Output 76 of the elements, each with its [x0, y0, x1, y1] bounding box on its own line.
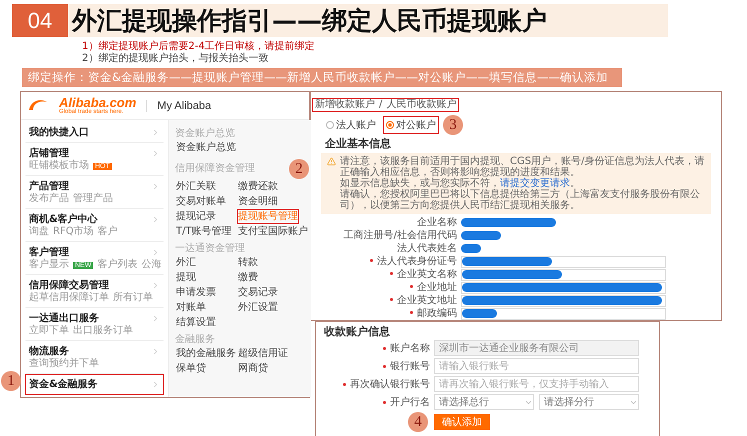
- service-link[interactable]: 申请发票: [175, 285, 217, 300]
- chevron-icon: [151, 248, 160, 257]
- steps-bar: 绑定操作：资金&金融服务——提现账户管理——新增人民币收款帐户——对公账户——填写信息——确认添加: [22, 68, 622, 87]
- notice-text: 请注意，该服务目前适用于国内提现、CGS用户，账号/身份证信息为法人代表，请正确输入相应信息，否则将影响您提现的进度和结果。: [340, 156, 705, 178]
- logo-text: Alibaba.com: [59, 96, 136, 109]
- field-label: 法人代表姓名: [396, 242, 458, 254]
- form-title: 收款账户信息: [324, 325, 391, 338]
- service-link[interactable]: 资金明细: [237, 194, 279, 209]
- service-link[interactable]: 提现记录: [175, 209, 217, 224]
- warning-icon: [327, 157, 336, 166]
- field-label: 工商注册号/社会信用代码: [342, 230, 458, 242]
- field-label: 开户行名: [324, 395, 434, 409]
- service-link[interactable]: 资金账户总览: [175, 140, 237, 155]
- service-link[interactable]: 外汇关联: [175, 179, 217, 194]
- service-link[interactable]: 对账单: [175, 300, 207, 315]
- service-link[interactable]: 保单贷: [175, 361, 207, 376]
- step-marker: 3: [443, 115, 463, 135]
- service-link[interactable]: 结算设置: [175, 315, 217, 330]
- service-link[interactable]: T/T账号管理: [175, 224, 233, 239]
- service-link[interactable]: 交易记录: [237, 285, 279, 300]
- chevron-icon: [151, 215, 160, 224]
- service-link[interactable]: 交易对账单: [175, 194, 227, 209]
- service-link[interactable]: 外汇设置: [237, 300, 279, 315]
- service-link[interactable]: 转款: [237, 255, 259, 270]
- section-heading: 资金账户总览: [175, 128, 235, 140]
- chevron-icon: [151, 347, 160, 356]
- input-field[interactable]: 请输入银行账号: [434, 358, 639, 374]
- note-text: 1）绑定提现账户后需要2-4工作日审核，请提前绑定: [82, 41, 316, 52]
- section-heading: 一达通资金管理: [175, 243, 245, 255]
- field-label: 企业名称: [416, 216, 458, 228]
- redacted-value: [461, 244, 481, 253]
- account-type-radio[interactable]: 法人账户: [323, 116, 379, 134]
- field-label: 企业英文名称: [311, 268, 461, 280]
- change-request-link[interactable]: 请提交变更请求: [500, 178, 570, 189]
- notice-text: 请确认，您授权阿里巴巴将以下信息提供给第三方（上海富友支付服务股份有限公司），以便第三方向您提供人民币结汇提现相关服务。: [340, 189, 701, 211]
- slide-title: 外汇提现操作指引——绑定人民币提现账户: [68, 4, 668, 37]
- section-heading: 金融服务: [175, 334, 215, 346]
- menu-item[interactable]: 资金&金融服务: [25, 374, 164, 395]
- redacted-value: [461, 231, 501, 240]
- note-text: 2）绑定的提现账户抬头，与报关抬头一致: [82, 53, 270, 65]
- step-marker: 4: [408, 412, 428, 432]
- section-number: 04: [12, 4, 68, 37]
- service-link[interactable]: 提现: [175, 270, 197, 285]
- service-link[interactable]: 网商贷: [237, 361, 269, 376]
- service-link[interactable]: 外汇: [175, 255, 197, 270]
- field-label: 企业地址: [311, 282, 461, 294]
- service-link[interactable]: 支付宝国际账户: [237, 224, 309, 239]
- service-link[interactable]: 超级信用证: [237, 346, 289, 361]
- chevron-icon: [151, 182, 160, 191]
- breadcrumb[interactable]: 新增收款账户 / 人民币收款账户: [312, 98, 460, 112]
- field-label: 银行账号: [324, 359, 434, 373]
- section-title: 企业基本信息: [324, 137, 392, 151]
- chevron-icon: [151, 149, 160, 158]
- service-link[interactable]: 我的金融服务: [175, 346, 237, 361]
- field-label: 再次确认银行账号: [324, 377, 434, 391]
- chevron-icon: [151, 380, 160, 389]
- step-marker: 2: [289, 159, 309, 179]
- menu-item[interactable]: 我的快捷入口: [25, 122, 164, 143]
- select-field[interactable]: 请选择总行: [434, 394, 534, 410]
- section-heading: 信用保障资金管理: [175, 163, 255, 175]
- field-label: 法人代表身份证号: [311, 256, 461, 268]
- field-label: 邮政编码: [311, 308, 461, 320]
- field-label: 账户名称: [324, 341, 434, 355]
- notice-text: 如显示信息缺失，或与您实际不符，请提交变更请求。: [340, 178, 580, 189]
- step-marker: 1: [1, 371, 21, 391]
- menu-item[interactable]: 物流服务 查询预约并下单: [25, 341, 164, 374]
- input-field[interactable]: 请再次输入银行账号，仅支持手动输入: [434, 376, 639, 392]
- page-title: My Alibaba: [146, 100, 212, 112]
- chevron-icon: [151, 281, 160, 290]
- chevron-icon: [151, 314, 160, 323]
- chevron-icon: [151, 128, 160, 137]
- field-label: 企业英文地址: [311, 294, 461, 306]
- service-link[interactable]: 缴费还款: [237, 179, 279, 194]
- select-field[interactable]: 请选择分行: [539, 394, 639, 410]
- account-type-radio[interactable]: 对公账户: [383, 116, 439, 134]
- service-link[interactable]: 缴费: [237, 270, 259, 285]
